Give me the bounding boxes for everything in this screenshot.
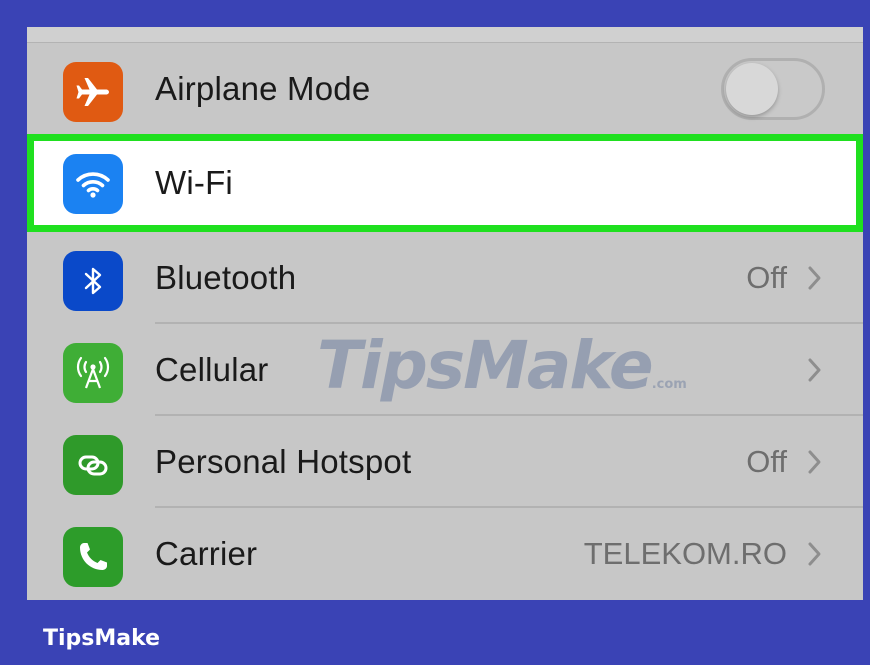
row-carrier[interactable]: Carrier TELEKOM.RO (27, 508, 863, 600)
airplane-icon (63, 62, 123, 122)
hotspot-icon (63, 435, 123, 495)
row-label: Personal Hotspot (155, 443, 412, 480)
row-personal-hotspot[interactable]: Personal Hotspot Off (27, 416, 863, 508)
chevron-right-icon (808, 450, 821, 474)
row-label: Carrier (155, 535, 258, 572)
row-label: Cellular (155, 351, 269, 388)
cellular-icon (63, 343, 123, 403)
bluetooth-status: Off (746, 260, 787, 295)
wifi-icon (63, 154, 123, 214)
chevron-right-icon (808, 358, 821, 382)
toggle-knob (726, 63, 778, 115)
brand-logo-text: TipsMake (43, 626, 161, 651)
carrier-name: TELEKOM.RO (583, 536, 787, 571)
row-label: Airplane Mode (155, 70, 371, 107)
bluetooth-icon (63, 251, 123, 311)
settings-list: Airplane Mode Wi-Fi Bluetooth Off Cellul… (27, 27, 863, 600)
chevron-right-icon (808, 266, 821, 290)
row-cellular[interactable]: Cellular (27, 324, 863, 416)
row-bluetooth[interactable]: Bluetooth Off (27, 232, 863, 324)
row-label: Bluetooth (155, 259, 297, 296)
phone-icon (63, 527, 123, 587)
chevron-right-icon (808, 542, 821, 566)
row-label: Wi-Fi (155, 164, 233, 201)
row-wifi[interactable]: Wi-Fi (27, 134, 863, 232)
top-divider (27, 27, 863, 43)
airplane-mode-toggle[interactable] (721, 58, 825, 120)
hotspot-status: Off (746, 444, 787, 479)
row-airplane-mode[interactable]: Airplane Mode (27, 43, 863, 135)
